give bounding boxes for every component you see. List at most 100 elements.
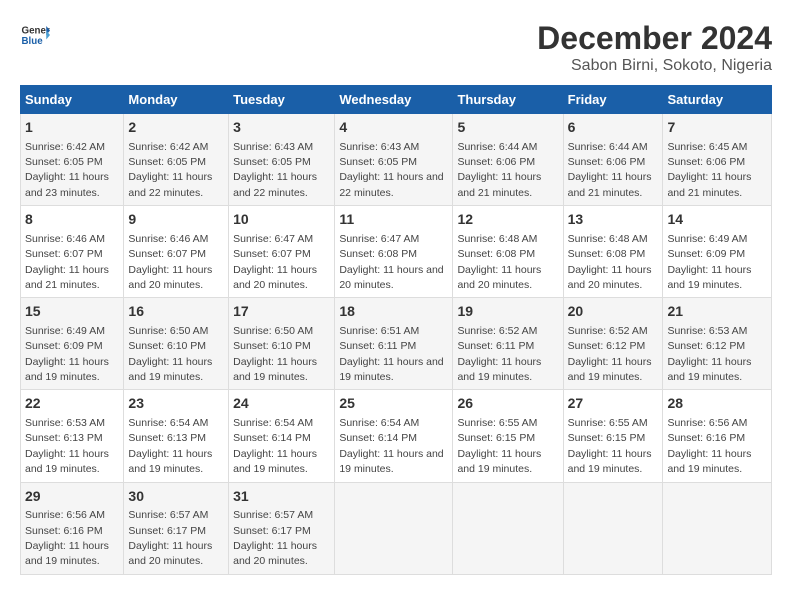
day-number: 9 [128,210,224,230]
day-number: 21 [667,302,767,322]
day-cell: 11Sunrise: 6:47 AMSunset: 6:08 PMDayligh… [335,206,453,298]
daylight-text: Daylight: 11 hours and 19 minutes. [339,356,443,383]
day-number: 30 [128,487,224,507]
sunset-text: Sunset: 6:14 PM [339,432,417,444]
day-cell: 8Sunrise: 6:46 AMSunset: 6:07 PMDaylight… [21,206,124,298]
day-cell: 13Sunrise: 6:48 AMSunset: 6:08 PMDayligh… [563,206,663,298]
sunset-text: Sunset: 6:15 PM [568,432,646,444]
daylight-text: Daylight: 11 hours and 19 minutes. [667,264,751,291]
day-cell: 18 Sunrise: 6:51 AM Sunset: 6:11 PM Dayligh… [335,298,453,390]
daylight-text: Daylight: 11 hours and 22 minutes. [233,171,317,198]
sunset-text: Sunset: 6:05 PM [233,156,311,168]
day-cell: 30Sunrise: 6:57 AMSunset: 6:17 PMDayligh… [124,482,229,574]
daylight-text: Daylight: 11 hours and 21 minutes. [25,264,109,291]
day-cell: 1Sunrise: 6:42 AMSunset: 6:05 PMDaylight… [21,114,124,206]
day-cell: 19Sunrise: 6:52 AMSunset: 6:11 PMDayligh… [453,298,563,390]
sunrise-text: Sunrise: 6:51 AM [339,325,419,337]
day-number: 31 [233,487,330,507]
sunset-text: Sunset: 6:12 PM [667,340,745,352]
sunrise-text: Sunrise: 6:46 AM [25,233,105,245]
day-number: 18 [339,302,448,322]
page-subtitle: Sabon Birni, Sokoto, Nigeria [537,57,772,75]
sunrise-text: Sunrise: 6:56 AM [667,417,747,429]
sunrise-text: Sunrise: 6:53 AM [25,417,105,429]
day-number: 13 [568,210,659,230]
day-cell: 17Sunrise: 6:50 AMSunset: 6:10 PMDayligh… [229,298,335,390]
day-number: 3 [233,118,330,138]
sunrise-text: Sunrise: 6:43 AM [339,141,419,153]
sunrise-text: Sunrise: 6:47 AM [339,233,419,245]
day-cell: 23Sunrise: 6:54 AMSunset: 6:13 PMDayligh… [124,390,229,482]
day-number: 28 [667,394,767,414]
day-cell: 28Sunrise: 6:56 AMSunset: 6:16 PMDayligh… [663,390,772,482]
day-cell: 16Sunrise: 6:50 AMSunset: 6:10 PMDayligh… [124,298,229,390]
day-number: 15 [25,302,119,322]
col-header-monday: Monday [124,86,229,114]
daylight-text: Daylight: 11 hours and 19 minutes. [667,448,751,475]
sunset-text: Sunset: 6:06 PM [457,156,535,168]
page-header: General Blue December 2024 Sabon Birni, … [20,20,772,75]
sunrise-text: Sunrise: 6:54 AM [128,417,208,429]
sunset-text: Sunset: 6:06 PM [568,156,646,168]
day-number: 19 [457,302,558,322]
daylight-text: Daylight: 11 hours and 19 minutes. [457,356,541,383]
sunrise-text: Sunrise: 6:43 AM [233,141,313,153]
daylight-text: Daylight: 11 hours and 20 minutes. [128,264,212,291]
day-number: 8 [25,210,119,230]
sunrise-text: Sunrise: 6:46 AM [128,233,208,245]
sunset-text: Sunset: 6:06 PM [667,156,745,168]
header-row: SundayMondayTuesdayWednesdayThursdayFrid… [21,86,772,114]
day-cell: 29Sunrise: 6:56 AMSunset: 6:16 PMDayligh… [21,482,124,574]
daylight-text: Daylight: 11 hours and 22 minutes. [128,171,212,198]
sunset-text: Sunset: 6:14 PM [233,432,311,444]
daylight-text: Daylight: 11 hours and 19 minutes. [233,356,317,383]
sunrise-text: Sunrise: 6:48 AM [457,233,537,245]
sunset-text: Sunset: 6:15 PM [457,432,535,444]
col-header-saturday: Saturday [663,86,772,114]
sunrise-text: Sunrise: 6:55 AM [457,417,537,429]
day-cell: 27Sunrise: 6:55 AMSunset: 6:15 PMDayligh… [563,390,663,482]
sunset-text: Sunset: 6:08 PM [457,248,535,260]
daylight-text: Daylight: 11 hours and 19 minutes. [25,540,109,567]
sunset-text: Sunset: 6:08 PM [568,248,646,260]
day-cell: 10Sunrise: 6:47 AMSunset: 6:07 PMDayligh… [229,206,335,298]
sunrise-text: Sunrise: 6:55 AM [568,417,648,429]
day-cell: 5Sunrise: 6:44 AMSunset: 6:06 PMDaylight… [453,114,563,206]
daylight-text: Daylight: 11 hours and 20 minutes. [568,264,652,291]
logo: General Blue [20,20,50,50]
daylight-text: Daylight: 11 hours and 19 minutes. [25,448,109,475]
week-row-3: 15Sunrise: 6:49 AMSunset: 6:09 PMDayligh… [21,298,772,390]
day-cell: 20Sunrise: 6:52 AMSunset: 6:12 PMDayligh… [563,298,663,390]
day-number: 24 [233,394,330,414]
day-number: 23 [128,394,224,414]
day-cell: 9Sunrise: 6:46 AMSunset: 6:07 PMDaylight… [124,206,229,298]
day-number: 1 [25,118,119,138]
daylight-text: Daylight: 11 hours and 21 minutes. [457,171,541,198]
sunrise-text: Sunrise: 6:49 AM [25,325,105,337]
day-number: 12 [457,210,558,230]
daylight-text: Daylight: 11 hours and 22 minutes. [339,171,443,198]
sunrise-text: Sunrise: 6:44 AM [457,141,537,153]
day-number: 29 [25,487,119,507]
sunset-text: Sunset: 6:11 PM [339,340,416,352]
week-row-1: 1Sunrise: 6:42 AMSunset: 6:05 PMDaylight… [21,114,772,206]
day-number: 16 [128,302,224,322]
day-cell: 24Sunrise: 6:54 AMSunset: 6:14 PMDayligh… [229,390,335,482]
col-header-tuesday: Tuesday [229,86,335,114]
sunset-text: Sunset: 6:09 PM [667,248,745,260]
logo-icon: General Blue [20,20,50,50]
daylight-text: Daylight: 11 hours and 19 minutes. [128,448,212,475]
sunset-text: Sunset: 6:08 PM [339,248,417,260]
day-cell [453,482,563,574]
daylight-text: Daylight: 11 hours and 19 minutes. [233,448,317,475]
sunrise-text: Sunrise: 6:44 AM [568,141,648,153]
daylight-text: Daylight: 11 hours and 19 minutes. [128,356,212,383]
day-cell [563,482,663,574]
sunrise-text: Sunrise: 6:52 AM [568,325,648,337]
svg-text:Blue: Blue [22,36,44,47]
day-cell: 14Sunrise: 6:49 AMSunset: 6:09 PMDayligh… [663,206,772,298]
sunrise-text: Sunrise: 6:53 AM [667,325,747,337]
sunrise-text: Sunrise: 6:49 AM [667,233,747,245]
daylight-text: Daylight: 11 hours and 19 minutes. [457,448,541,475]
daylight-text: Daylight: 11 hours and 21 minutes. [667,171,751,198]
